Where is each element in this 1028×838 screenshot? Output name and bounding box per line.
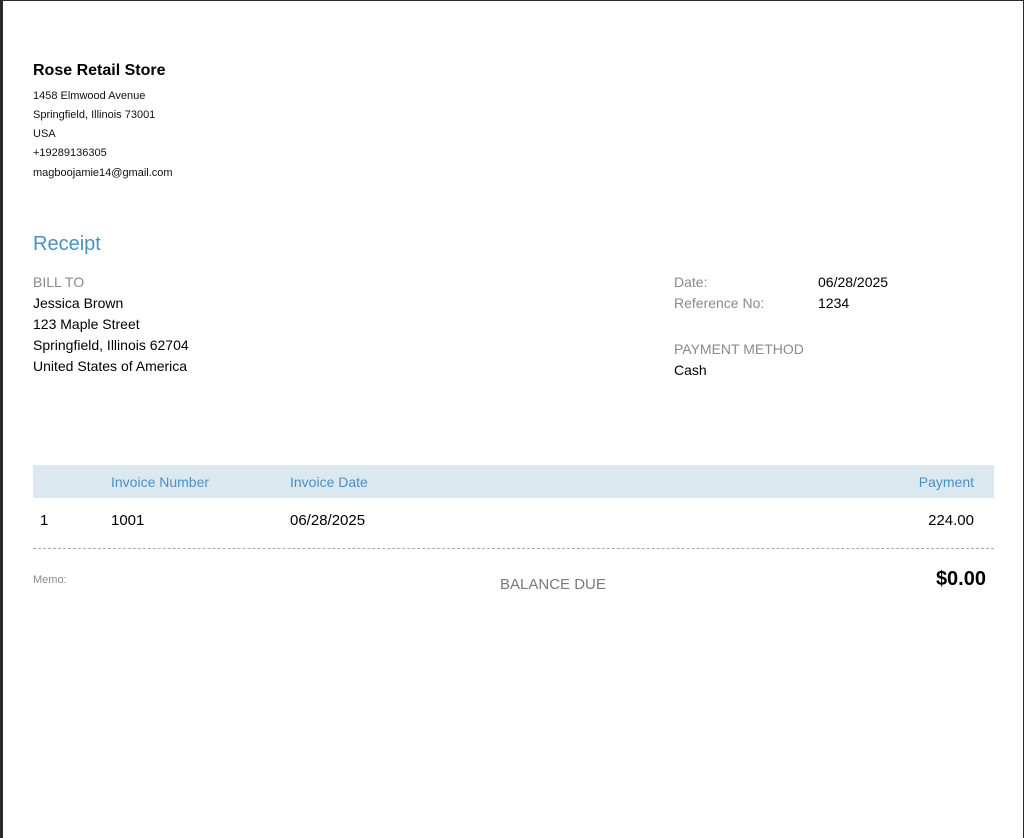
store-name: Rose Retail Store: [33, 62, 166, 79]
reference-value: 1234: [818, 295, 850, 311]
bill-to-label: BILL TO: [33, 274, 85, 290]
store-address: 1458 Elmwood Avenue: [33, 90, 146, 102]
store-email: magboojamie14@gmail.com: [33, 167, 173, 179]
receipt-page: Rose Retail Store 1458 Elmwood Avenue Sp…: [0, 0, 1024, 838]
col-header-invoice-date: Invoice Date: [290, 474, 368, 490]
memo-label: Memo:: [33, 574, 67, 586]
bill-to-street: 123 Maple Street: [33, 316, 140, 332]
bill-to-name: Jessica Brown: [33, 295, 124, 311]
store-city-state-zip: Springfield, Illinois 73001: [33, 109, 156, 121]
row-index: 1: [40, 512, 49, 529]
store-phone: +19289136305: [33, 147, 107, 159]
payment-method-value: Cash: [674, 362, 707, 378]
document-title: Receipt: [33, 233, 101, 255]
date-label: Date:: [674, 274, 708, 290]
store-country: USA: [33, 128, 56, 140]
bill-to-country: United States of America: [33, 358, 188, 374]
payment-method-label: PAYMENT METHOD: [674, 341, 804, 357]
divider: [33, 548, 994, 549]
row-payment: 224.00: [928, 512, 974, 529]
date-value: 06/28/2025: [818, 274, 889, 290]
row-invoice-date: 06/28/2025: [290, 512, 366, 529]
bill-to-city-state-zip: Springfield, Illinois 62704: [33, 337, 189, 353]
balance-due-value: $0.00: [935, 568, 986, 590]
col-header-invoice-number: Invoice Number: [111, 474, 210, 490]
row-invoice-number: 1001: [111, 512, 145, 529]
balance-due-label: BALANCE DUE: [500, 576, 606, 593]
reference-label: Reference No:: [674, 295, 765, 311]
col-header-payment: Payment: [918, 474, 974, 490]
